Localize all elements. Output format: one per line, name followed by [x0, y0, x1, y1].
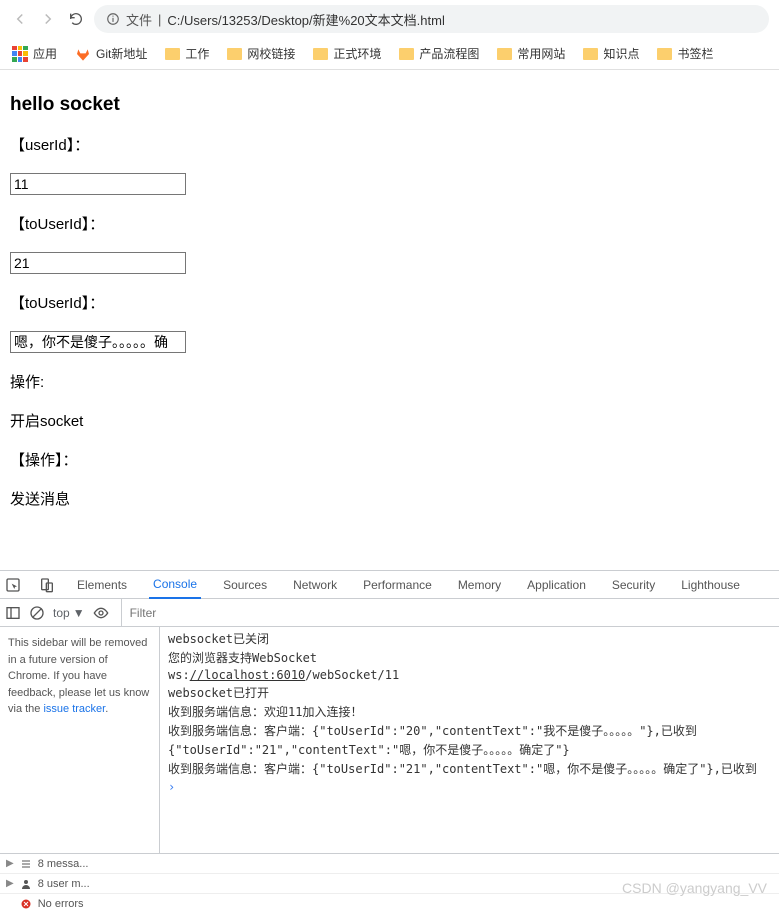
folder-icon — [227, 48, 242, 60]
context-selector[interactable]: top ▼ — [53, 606, 85, 620]
reload-button[interactable] — [66, 9, 86, 29]
error-icon — [20, 898, 32, 910]
apps-icon — [12, 46, 28, 62]
devtools-panel: Elements Console Sources Network Perform… — [0, 570, 779, 914]
messages-row[interactable]: ▶ 8 messa... — [0, 854, 779, 874]
folder-icon — [313, 48, 328, 60]
tab-memory[interactable]: Memory — [454, 571, 505, 599]
console-line: websocket已打开 — [160, 683, 779, 702]
console-output: websocket已关闭 您的浏览器支持WebSocket ws://local… — [160, 627, 779, 853]
action-label: 操作: — [10, 371, 769, 392]
apps-shortcut[interactable]: 应用 — [12, 45, 57, 62]
tab-performance[interactable]: Performance — [359, 571, 436, 599]
address-prefix: 文件 — [126, 10, 152, 29]
page-content: hello socket 【userId】： 【toUserId】： 【toUs… — [0, 70, 779, 537]
bookmark-folder[interactable]: 工作 — [165, 45, 209, 62]
errors-row[interactable]: ▶ No errors — [0, 894, 779, 914]
content-input[interactable] — [10, 331, 186, 353]
folder-icon — [583, 48, 598, 60]
list-icon — [20, 858, 32, 870]
bookmarks-bar: 应用 Git新地址 工作 网校链接 正式环境 产品流程图 常用网站 知识点 书签… — [0, 38, 779, 70]
page-heading: hello socket — [10, 94, 769, 116]
forward-button[interactable] — [38, 9, 58, 29]
address-bar[interactable]: 文件 | C:/Users/13253/Desktop/新建%20文本文档.ht… — [94, 5, 769, 33]
folder-icon — [399, 48, 414, 60]
bookmark-folder[interactable]: 常用网站 — [497, 45, 565, 62]
console-line: 收到服务端信息：客户端：{"toUserId":"20","contentTex… — [160, 721, 779, 740]
devtools-tabs: Elements Console Sources Network Perform… — [0, 571, 779, 599]
watermark: CSDN @yangyang_VV — [622, 880, 767, 896]
browser-nav-bar: 文件 | C:/Users/13253/Desktop/新建%20文本文档.ht… — [0, 0, 779, 38]
console-toolbar: top ▼ — [0, 599, 779, 627]
console-line: ws://localhost:6010/webSocket/11 — [160, 667, 779, 683]
userid-input[interactable] — [10, 173, 186, 195]
tab-console[interactable]: Console — [149, 571, 201, 599]
console-line: 收到服务端信息：欢迎11加入连接！ — [160, 702, 779, 721]
bookmark-folder[interactable]: 书签栏 — [657, 45, 713, 62]
action-label-2: 【操作】： — [10, 449, 769, 470]
inspect-icon[interactable] — [5, 577, 21, 593]
touserid-label: 【toUserId】： — [10, 213, 769, 234]
tab-network[interactable]: Network — [289, 571, 341, 599]
folder-icon — [657, 48, 672, 60]
eye-icon[interactable] — [93, 605, 109, 621]
userid-label: 【userId】： — [10, 134, 769, 155]
console-prompt[interactable]: › — [160, 778, 779, 796]
address-url: C:/Users/13253/Desktop/新建%20文本文档.html — [167, 10, 444, 29]
gitlab-icon — [75, 46, 91, 62]
device-icon[interactable] — [39, 577, 55, 593]
clear-icon[interactable] — [29, 605, 45, 621]
info-icon — [106, 12, 120, 26]
tab-security[interactable]: Security — [608, 571, 659, 599]
back-button[interactable] — [10, 9, 30, 29]
bookmark-git[interactable]: Git新地址 — [75, 45, 147, 62]
console-line: 您的浏览器支持WebSocket — [160, 648, 779, 667]
console-sidebar: This sidebar will be removed in a future… — [0, 627, 160, 853]
bookmark-folder[interactable]: 知识点 — [583, 45, 639, 62]
user-icon — [20, 878, 32, 890]
console-line: websocket已关闭 — [160, 629, 779, 648]
bookmark-folder[interactable]: 正式环境 — [313, 45, 381, 62]
issue-tracker-link[interactable]: issue tracker — [43, 703, 105, 715]
send-message-action[interactable]: 发送消息 — [10, 488, 769, 509]
bookmark-folder[interactable]: 产品流程图 — [399, 45, 479, 62]
folder-icon — [497, 48, 512, 60]
folder-icon — [165, 48, 180, 60]
touserid-input[interactable] — [10, 252, 186, 274]
sidebar-toggle-icon[interactable] — [5, 605, 21, 621]
console-line: {"toUserId":"21","contentText":"嗯，你不是傻子。… — [160, 740, 779, 759]
bookmark-folder[interactable]: 网校链接 — [227, 45, 295, 62]
touserid-label-2: 【toUserId】： — [10, 292, 769, 313]
console-line: 收到服务端信息：客户端：{"toUserId":"21","contentTex… — [160, 759, 779, 778]
tab-sources[interactable]: Sources — [219, 571, 271, 599]
tab-elements[interactable]: Elements — [73, 571, 131, 599]
open-socket-action[interactable]: 开启socket — [10, 410, 769, 431]
filter-input[interactable] — [121, 599, 774, 626]
tab-application[interactable]: Application — [523, 571, 590, 599]
tab-lighthouse[interactable]: Lighthouse — [677, 571, 744, 599]
